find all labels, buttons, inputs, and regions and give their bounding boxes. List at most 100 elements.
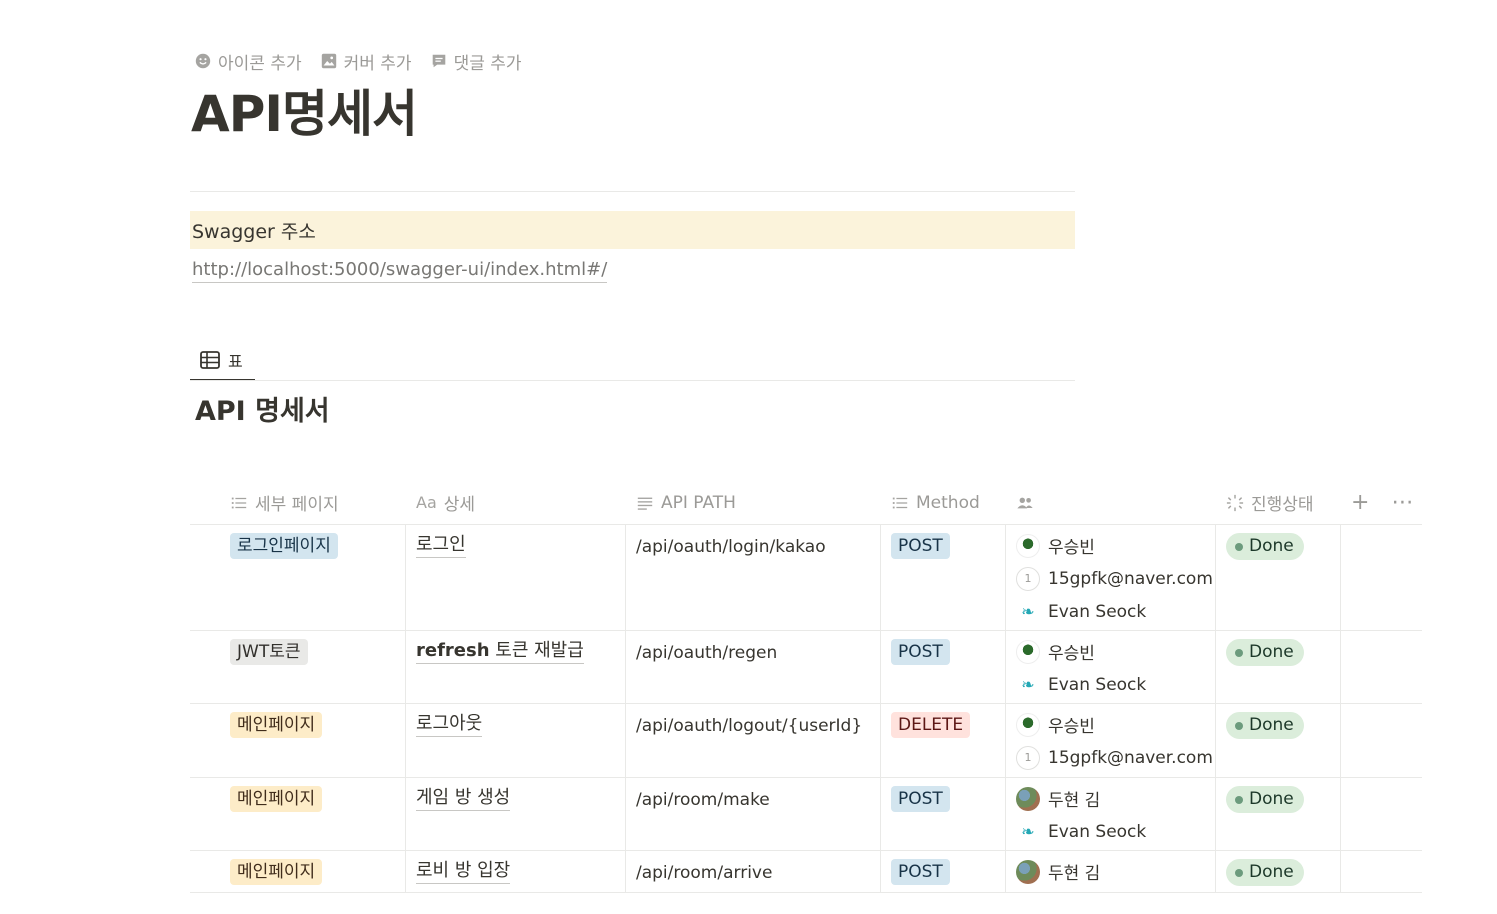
path-cell[interactable]: /api/oauth/login/kakao bbox=[626, 525, 881, 630]
person-chip: 우승빈 bbox=[1016, 635, 1205, 668]
page-tag: JWT토큰 bbox=[230, 639, 308, 665]
method-cell[interactable]: DELETE bbox=[881, 704, 1006, 777]
add-comment-button[interactable]: 댓글 추가 bbox=[430, 49, 522, 74]
table-header: 세부 페이지 Aa 상세 API PATH Method 진행상태 + ⋯ bbox=[190, 481, 1422, 525]
page-cell[interactable]: JWT토큰 bbox=[190, 631, 406, 703]
api-path: /api/oauth/login/kakao bbox=[636, 537, 826, 557]
add-cover-button[interactable]: 커버 추가 bbox=[320, 49, 412, 74]
detail-cell[interactable]: 게임 방 생성 bbox=[406, 778, 626, 850]
row-title[interactable]: 로그아웃 bbox=[416, 712, 483, 737]
person-name: 15gpfk@naver.com bbox=[1048, 747, 1213, 768]
table-row[interactable]: JWT토큰 refresh 토큰 재발급 /api/oauth/regen PO… bbox=[190, 631, 1422, 704]
column-header-status[interactable]: 진행상태 bbox=[1216, 481, 1341, 524]
row-title[interactable]: 로비 방 입장 bbox=[416, 859, 511, 884]
people-cell[interactable]: 우승빈 1 15gpfk@naver.com bbox=[1006, 704, 1216, 777]
path-cell[interactable]: /api/room/arrive bbox=[626, 851, 881, 892]
status-badge: Done bbox=[1226, 639, 1304, 666]
smiley-icon bbox=[195, 53, 211, 69]
page-cell[interactable]: 메인페이지 bbox=[190, 851, 406, 892]
column-header-label: 세부 페이지 bbox=[255, 495, 339, 515]
page-title[interactable]: API명세서 bbox=[191, 82, 418, 146]
divider bbox=[190, 380, 1075, 381]
column-header-label: API PATH bbox=[661, 492, 736, 513]
api-path: /api/oauth/regen bbox=[636, 643, 778, 663]
detail-cell[interactable]: 로그아웃 bbox=[406, 704, 626, 777]
add-comment-label: 댓글 추가 bbox=[453, 53, 522, 74]
column-header-page[interactable]: 세부 페이지 bbox=[190, 481, 406, 524]
api-path: /api/oauth/logout/{userId} bbox=[636, 716, 863, 736]
person-chip: ❧ Evan Seock bbox=[1016, 815, 1205, 848]
table-row[interactable]: 로그인페이지 로그인 /api/oauth/login/kakao POST 우… bbox=[190, 525, 1422, 631]
avatar: 1 bbox=[1016, 566, 1040, 591]
avatar bbox=[1016, 712, 1040, 737]
table-row[interactable]: 메인페이지 로그아웃 /api/oauth/logout/{userId} DE… bbox=[190, 704, 1422, 778]
column-header-label: 상세 bbox=[443, 495, 476, 515]
status-cell[interactable]: Done bbox=[1216, 525, 1341, 630]
path-cell[interactable]: /api/oauth/regen bbox=[626, 631, 881, 703]
method-tag: DELETE bbox=[891, 712, 971, 738]
page-cell[interactable]: 메인페이지 bbox=[190, 704, 406, 777]
tab-table-label: 표 bbox=[228, 351, 243, 371]
add-icon-button[interactable]: 아이콘 추가 bbox=[194, 49, 302, 74]
detail-cell[interactable]: 로그인 bbox=[406, 525, 626, 630]
page-tag: 메인페이지 bbox=[230, 712, 323, 738]
table-icon bbox=[200, 350, 220, 369]
row-title[interactable]: 로그인 bbox=[416, 533, 466, 558]
add-column-icon[interactable]: + bbox=[1351, 490, 1369, 515]
method-cell[interactable]: POST bbox=[881, 525, 1006, 630]
add-icon-label: 아이콘 추가 bbox=[218, 53, 302, 74]
table-row[interactable]: 메인페이지 게임 방 생성 /api/room/make POST 두현 김 ❧… bbox=[190, 778, 1422, 851]
status-loader-icon bbox=[1226, 494, 1244, 511]
status-cell[interactable]: Done bbox=[1216, 631, 1341, 703]
people-cell[interactable]: 두현 김 bbox=[1006, 851, 1216, 892]
row-title[interactable]: 게임 방 생성 bbox=[416, 786, 511, 811]
page-cell[interactable]: 메인페이지 bbox=[190, 778, 406, 850]
person-name: 15gpfk@naver.com bbox=[1048, 568, 1213, 589]
column-header-path[interactable]: API PATH bbox=[626, 481, 881, 524]
tab-table-view[interactable]: 표 bbox=[190, 340, 255, 381]
swagger-link[interactable]: http://localhost:5000/swagger-ui/index.h… bbox=[192, 258, 608, 283]
method-cell[interactable]: POST bbox=[881, 851, 1006, 892]
path-cell[interactable]: /api/oauth/logout/{userId} bbox=[626, 704, 881, 777]
column-header-method[interactable]: Method bbox=[881, 481, 1006, 524]
status-dot-icon bbox=[1235, 795, 1243, 804]
detail-cell[interactable]: refresh 토큰 재발급 bbox=[406, 631, 626, 703]
column-actions: + ⋯ bbox=[1341, 481, 1422, 524]
person-name: 우승빈 bbox=[1048, 538, 1095, 558]
status-cell[interactable]: Done bbox=[1216, 778, 1341, 850]
column-header-detail[interactable]: Aa 상세 bbox=[406, 481, 626, 524]
page-tag: 로그인페이지 bbox=[230, 533, 338, 559]
row-title[interactable]: refresh 토큰 재발급 bbox=[416, 639, 584, 664]
status-cell[interactable]: Done bbox=[1216, 704, 1341, 777]
database-title[interactable]: API 명세서 bbox=[195, 394, 330, 430]
column-header-label: Method bbox=[916, 492, 980, 513]
person-chip: 두현 김 bbox=[1016, 782, 1205, 815]
method-cell[interactable]: POST bbox=[881, 631, 1006, 703]
people-cell[interactable]: 두현 김 ❧ Evan Seock bbox=[1006, 778, 1216, 850]
status-badge: Done bbox=[1226, 533, 1304, 560]
status-label: Done bbox=[1249, 789, 1294, 809]
person-name: Evan Seock bbox=[1048, 674, 1147, 695]
bird-avatar-icon: ❧ bbox=[1016, 672, 1040, 697]
method-cell[interactable]: POST bbox=[881, 778, 1006, 850]
bird-avatar-icon: ❧ bbox=[1016, 599, 1040, 624]
status-cell[interactable]: Done bbox=[1216, 851, 1341, 892]
person-name: 우승빈 bbox=[1048, 644, 1095, 664]
path-cell[interactable]: /api/room/make bbox=[626, 778, 881, 850]
api-path: /api/room/make bbox=[636, 790, 770, 810]
text-type-icon: Aa bbox=[416, 493, 437, 512]
column-header-people[interactable] bbox=[1006, 481, 1216, 524]
person-name: Evan Seock bbox=[1048, 821, 1147, 842]
page-cell[interactable]: 로그인페이지 bbox=[190, 525, 406, 630]
detail-cell[interactable]: 로비 방 입장 bbox=[406, 851, 626, 892]
people-cell[interactable]: 우승빈 1 15gpfk@naver.com ❧ Evan Seock bbox=[1006, 525, 1216, 630]
callout-block[interactable]: Swagger 주소 bbox=[190, 211, 1075, 249]
empty-cell bbox=[1341, 525, 1422, 630]
more-options-icon[interactable]: ⋯ bbox=[1391, 490, 1413, 515]
table-row[interactable]: 메인페이지 로비 방 입장 /api/room/arrive POST 두현 김… bbox=[190, 851, 1422, 893]
method-tag: POST bbox=[891, 639, 950, 665]
person-chip: 1 15gpfk@naver.com bbox=[1016, 741, 1213, 774]
people-cell[interactable]: 우승빈 ❧ Evan Seock bbox=[1006, 631, 1216, 703]
status-badge: Done bbox=[1226, 859, 1304, 886]
divider bbox=[190, 191, 1075, 192]
